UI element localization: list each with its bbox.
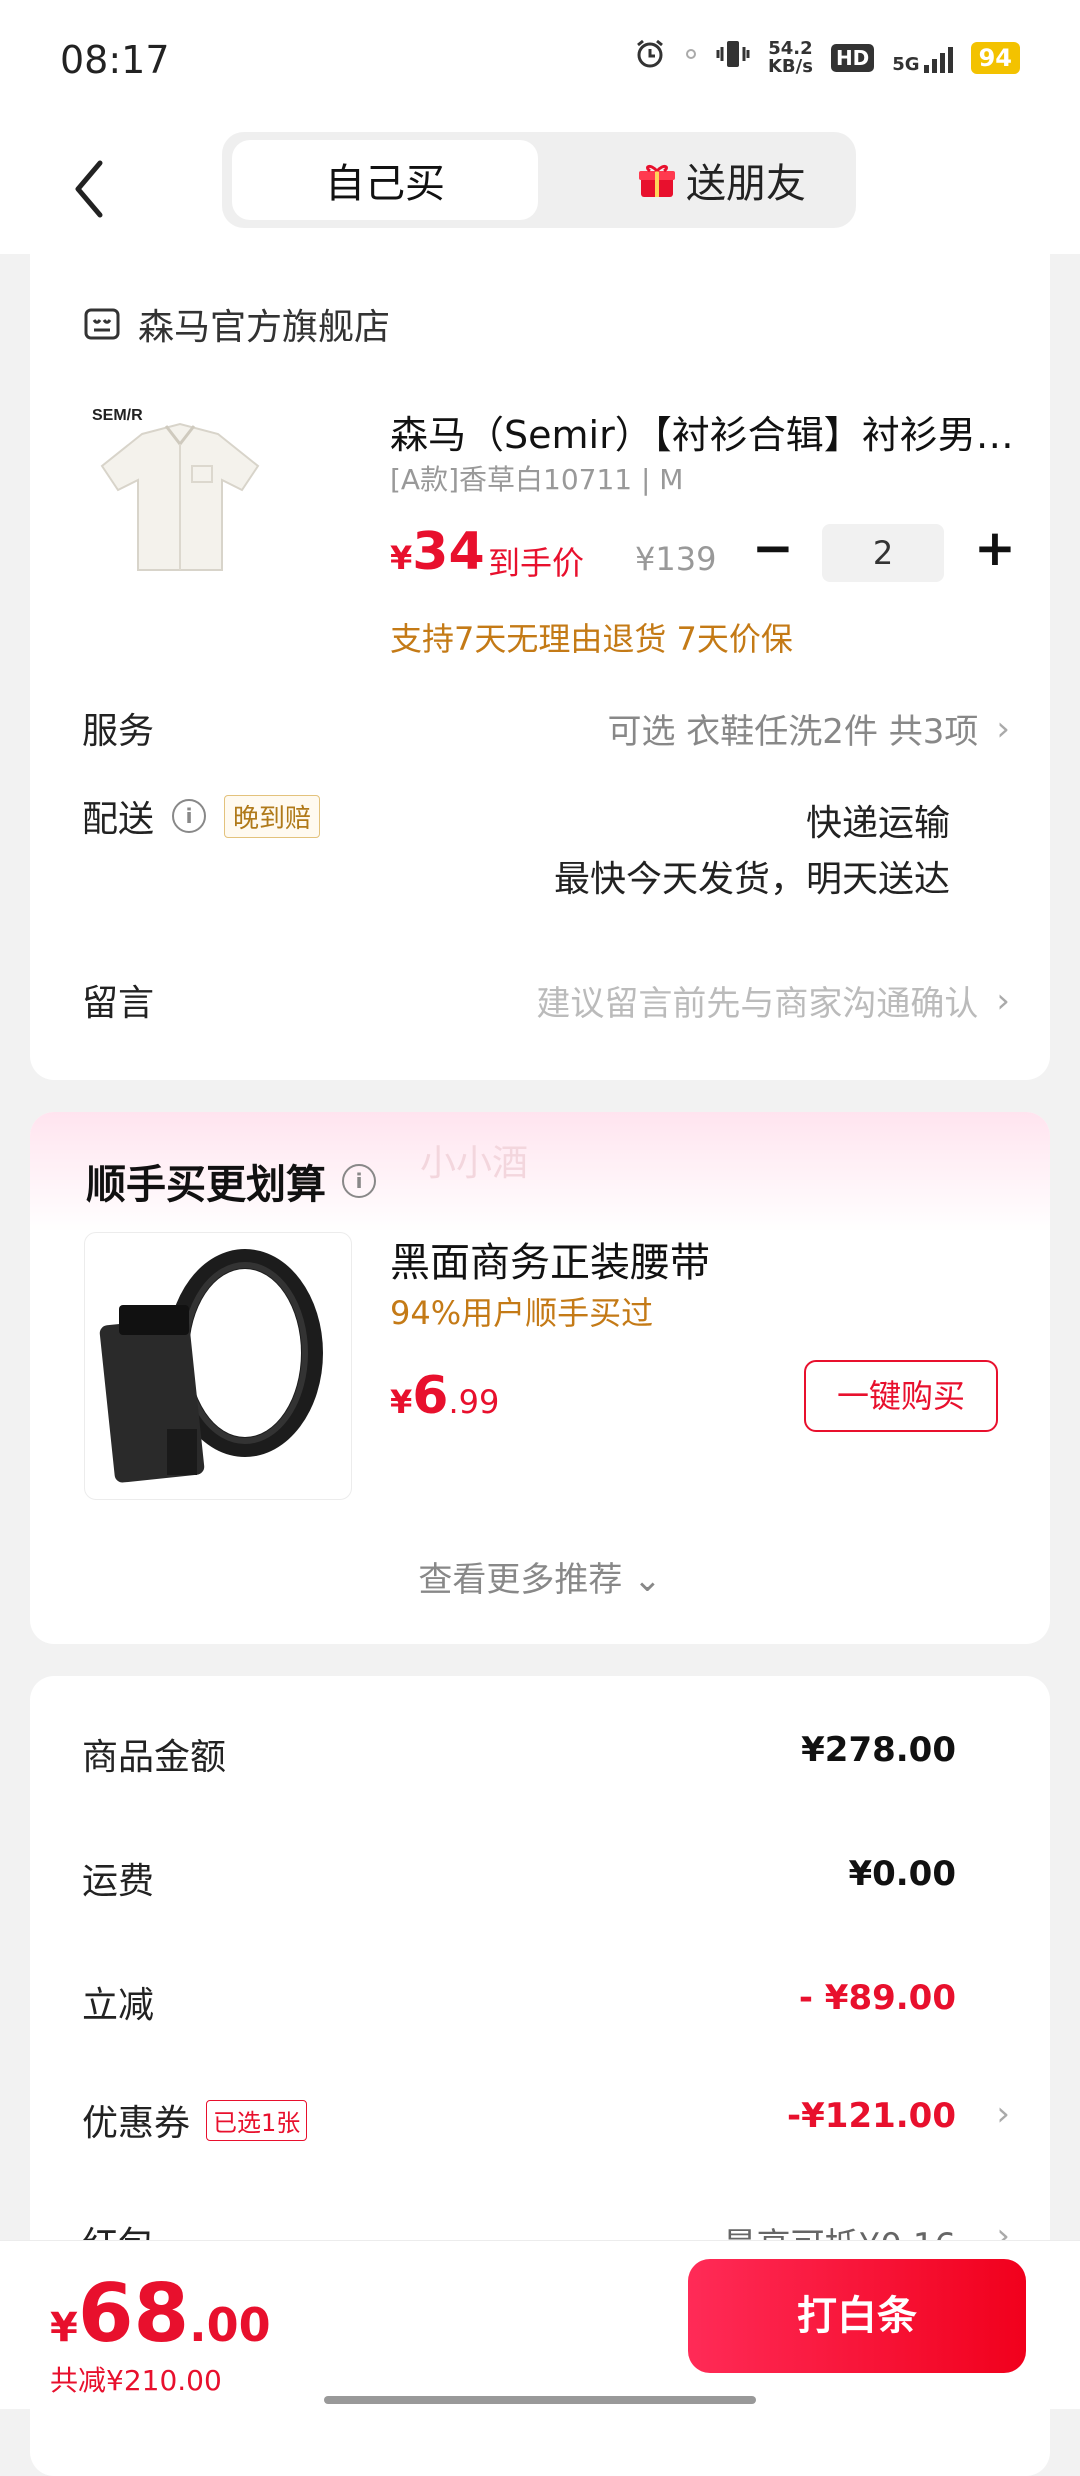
info-icon[interactable]: i [342,1164,376,1198]
net-speed-value: 54.2 [768,37,813,59]
tab-buy-for-self[interactable]: 自己买 [232,140,538,220]
coupon-value[interactable]: -¥121.00 [787,2096,956,2136]
goods-amount-value: ¥278.00 [801,1730,956,1770]
back-arrow-icon [75,160,103,218]
back-button[interactable] [50,144,130,234]
chevron-down-icon: ⌄ [633,1560,662,1600]
discount-label: 立减 [82,1985,155,2026]
discount-value: - ¥89.00 [798,1978,956,2018]
total-int: 68 [77,2267,190,2360]
more-recommendations-button[interactable]: 查看更多推荐 ⌄ [30,1552,1050,1601]
more-recommendations-label: 查看更多推荐 [418,1560,623,1600]
total-price: ¥68.00 [50,2267,271,2360]
purchase-mode-toggle: 自己买 送朋友 [222,132,856,228]
tab-gift-label: 送朋友 [686,161,806,207]
coupon-row[interactable]: 优惠券 已选1张 [82,2094,308,2146]
delivery-method: 快递运输 [805,803,950,844]
store-name: 森马官方旗舰店 [138,307,391,348]
location-dot-icon [684,43,698,73]
service-label: 服务 [82,711,155,752]
info-icon[interactable]: i [172,799,207,833]
addon-recommend-card: 小小酒 顺手买更划算 i 黑面商务正装腰带 94%用户顺手买过 ¥6.99 一键… [30,1112,1050,1644]
shipping-label: 运费 [82,1861,155,1902]
total-saved: 共减¥210.00 [50,2364,222,2397]
addon-price-dec: .99 [448,1383,500,1421]
delivery-info[interactable]: 快递运输 最快今天发货，明天送达 [554,796,950,908]
signal-icon: 5G [892,43,953,75]
alarm-icon [634,38,666,77]
addon-title: 顺手买更划算 i [86,1152,376,1210]
message-placeholder: 建议留言前先与商家沟通确认 [536,984,979,1024]
gift-icon [638,161,676,199]
chevron-right-icon: › [996,980,1010,1021]
status-icons: 54.2 KB/s HD 5G 94 [634,38,1020,77]
final-price-label: 到手价 [488,544,585,582]
guarantee-text: 支持7天无理由退货 7天价保 [390,620,793,658]
message-label: 留言 [82,983,155,1024]
addon-price: ¥6.99 [390,1366,499,1426]
service-value: 可选 衣鞋任洗2件 共3项 [607,712,979,752]
hd-badge: HD [830,43,875,72]
tab-gift-to-friend[interactable]: 送朋友 [602,140,842,220]
net-speed: 54.2 KB/s [767,37,813,77]
vibrate-icon [716,38,750,77]
net-speed-unit: KB/s [767,55,813,77]
product-title[interactable]: 森马（Semir）【衬衫合辑】衬衫男… [390,404,1020,459]
addon-price-symbol: ¥ [390,1383,413,1421]
goods-amount-label: 商品金额 [82,1737,227,1778]
battery-indicator: 94 [970,41,1020,74]
status-bar: 08:17 54.2 KB/s HD 5G 94 [0,0,1080,126]
coupon-label: 优惠券 [82,2103,191,2144]
service-selector[interactable]: 可选 衣鞋任洗2件 共3项 › [608,704,1011,753]
product-spec[interactable]: [A款]香草白10711 | M [390,458,683,498]
late-compensation-badge: 晚到赔 [224,794,321,838]
delivery-row: 配送 i 晚到赔 [82,790,321,842]
original-price: ¥139 [635,540,717,578]
watermark-text: 小小酒 [420,1143,529,1184]
chevron-right-icon: › [996,2094,1010,2134]
pay-button[interactable]: 打白条 [688,2259,1026,2373]
message-input[interactable]: 建议留言前先与商家沟通确认 › [536,976,1010,1025]
order-item-card: 森马官方旗舰店 SEM/R 森马（Semir）【衬衫合辑】衬衫男… [A款]香草… [30,254,1050,1080]
addon-title-text: 顺手买更划算 [86,1162,326,1208]
store-row[interactable]: 森马官方旗舰店 [82,298,390,350]
final-price-value: 34 [412,522,485,582]
quantity-input[interactable]: 2 [822,524,944,582]
checkout-bar: ¥68.00 共减¥210.00 打白条 [0,2240,1080,2409]
network-type: 5G [892,53,920,75]
coupon-selected-badge: 已选1张 [206,2099,308,2141]
delivery-eta: 最快今天发货，明天送达 [553,859,950,900]
price-row: ¥34 到手价 ¥139 − 2 + [390,520,1020,582]
shipping-value: ¥0.00 [848,1854,956,1894]
total-symbol: ¥ [50,2305,78,2351]
chevron-right-icon: › [996,708,1010,749]
addon-item-name[interactable]: 黑面商务正装腰带 [390,1230,710,1288]
status-time: 08:17 [60,38,170,82]
quantity-increase-button[interactable]: + [970,520,1020,576]
total-dec: .00 [189,2298,271,2352]
store-icon [84,308,120,340]
delivery-label: 配送 [82,799,155,840]
product-image[interactable]: SEM/R [82,394,278,590]
product-logo-text: SEM/R [92,407,143,424]
home-indicator[interactable] [324,2396,756,2404]
addon-bought-rate: 94%用户顺手买过 [390,1294,654,1332]
one-click-buy-button[interactable]: 一键购买 [804,1360,998,1432]
belt-image[interactable] [84,1232,352,1500]
final-price: ¥34 [390,522,485,582]
addon-price-int: 6 [412,1366,449,1426]
final-price-symbol: ¥ [390,539,413,577]
nav-bar: 自己买 送朋友 [0,126,1080,254]
quantity-decrease-button[interactable]: − [748,520,798,576]
